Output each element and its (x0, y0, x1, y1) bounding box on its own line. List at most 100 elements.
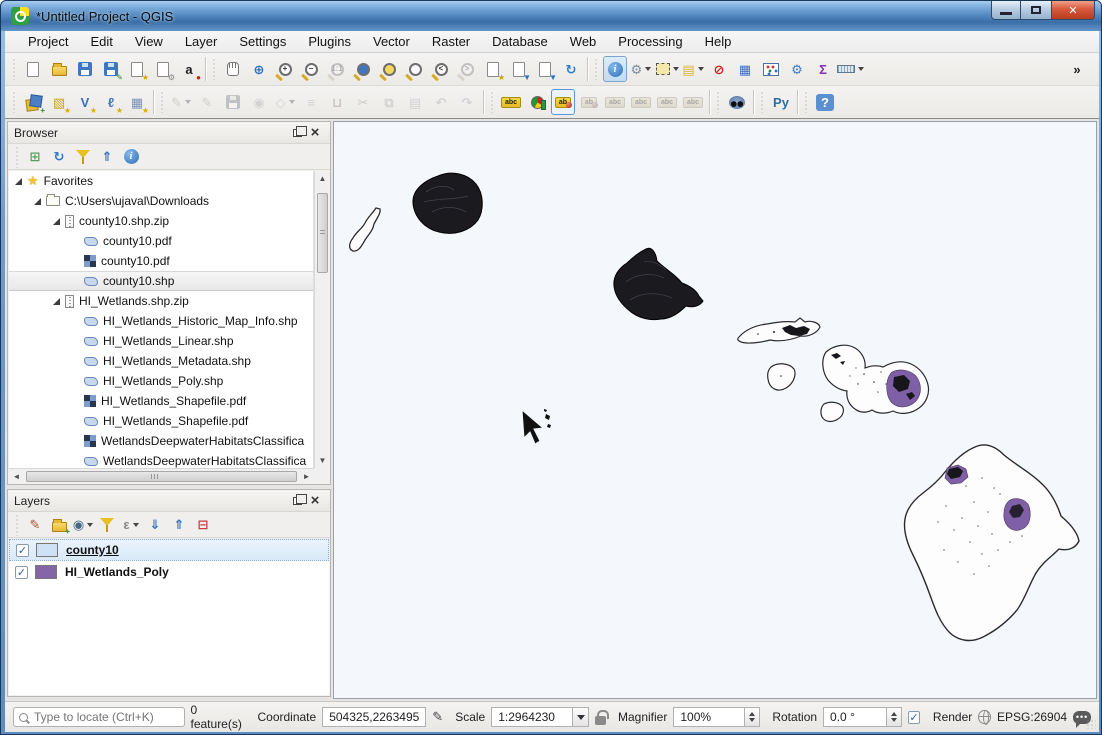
select-features-icon[interactable] (655, 56, 679, 82)
menu-web[interactable]: Web (559, 32, 608, 51)
cut-features-icon[interactable]: ✂ (351, 89, 375, 115)
toolbar-drag-handle[interactable] (804, 91, 809, 113)
menu-settings[interactable]: Settings (228, 32, 297, 51)
menu-processing[interactable]: Processing (607, 32, 693, 51)
toolbar-overflow-icon[interactable]: » (1065, 56, 1089, 82)
tree-item[interactable]: HI_Wetlands_Historic_Map_Info.shp (9, 311, 313, 331)
chevron-down-icon[interactable] (87, 523, 93, 527)
add-group-icon[interactable]: + (48, 514, 70, 536)
menu-edit[interactable]: Edit (79, 32, 123, 51)
spin-arrows-icon[interactable] (745, 707, 760, 727)
save-project-icon[interactable] (73, 56, 97, 82)
browser-close-button[interactable]: × (306, 125, 324, 141)
toolbar-drag-handle[interactable] (490, 91, 495, 113)
tree-item[interactable]: HI_Wetlands_Shapefile.pdf (9, 391, 313, 411)
new-spatialite-layer-icon[interactable]: ℓ★ (99, 89, 123, 115)
chevron-down-icon[interactable] (573, 707, 589, 727)
deselect-features-icon[interactable]: ⊘ (707, 56, 731, 82)
scroll-up-icon[interactable]: ▲ (315, 171, 330, 186)
minimize-button[interactable] (991, 1, 1021, 20)
tree-item[interactable]: county10.shp (9, 271, 313, 291)
browser-hscrollbar[interactable]: ◄ ► (9, 468, 314, 483)
chevron-down-icon[interactable] (185, 100, 191, 104)
identify-features-icon[interactable]: i (603, 56, 627, 82)
undo-icon[interactable]: ↶ (429, 89, 453, 115)
menu-database[interactable]: Database (481, 32, 559, 51)
toolbar-drag-handle[interactable] (15, 514, 20, 536)
zoom-native-icon[interactable]: 1:1 (325, 56, 349, 82)
pin-labels-icon[interactable]: ab (551, 89, 575, 115)
toolbar-drag-handle[interactable] (212, 58, 217, 80)
zoom-last-icon[interactable]: < (429, 56, 453, 82)
spin-arrows-icon[interactable] (887, 707, 902, 727)
scale-combo[interactable]: 1:2964230 (491, 707, 589, 727)
add-selected-layers-icon[interactable]: ⊞ (24, 146, 46, 168)
tree-item[interactable]: county10.pdf (9, 231, 313, 251)
unpin-labels-icon[interactable]: ab (577, 89, 601, 115)
expander-icon[interactable] (34, 198, 41, 205)
toolbar-drag-handle[interactable] (15, 146, 20, 168)
zoom-full-icon[interactable] (351, 56, 375, 82)
copy-features-icon[interactable]: ⧉ (377, 89, 401, 115)
layer-item[interactable]: ✓HI_Wetlands_Poly (9, 561, 329, 583)
toggle-editing-icon[interactable]: ✎ (195, 89, 219, 115)
tree-item[interactable]: WetlandsDeepwaterHabitatsClassifica (9, 451, 313, 468)
scroll-thumb[interactable] (26, 471, 297, 482)
chevron-down-icon[interactable] (698, 67, 704, 71)
new-project-icon[interactable] (21, 56, 45, 82)
chevron-down-icon[interactable] (673, 67, 679, 71)
zoom-to-layer-icon[interactable] (403, 56, 427, 82)
refresh-map-icon[interactable]: ↻ (559, 56, 583, 82)
new-temporary-scratch-layer-icon[interactable]: ▦★ (125, 89, 149, 115)
toolbar-drag-handle[interactable] (594, 58, 599, 80)
current-edits-icon[interactable]: ✎ (169, 89, 193, 115)
layer-item[interactable]: ✓county10 (9, 539, 329, 561)
zoom-to-selection-icon[interactable] (377, 56, 401, 82)
measure-icon[interactable] (837, 56, 864, 82)
render-checkbox[interactable]: ✓ (908, 711, 920, 724)
menu-project[interactable]: Project (17, 32, 79, 51)
properties-widget-icon[interactable]: i (120, 146, 142, 168)
magnifier-spinbox[interactable]: 100% (673, 707, 760, 727)
layers-float-button[interactable] (288, 493, 306, 509)
tree-item[interactable]: HI_Wetlands_Linear.shp (9, 331, 313, 351)
manage-map-themes-icon[interactable]: ◉ (72, 514, 94, 536)
show-layout-manager-icon[interactable]: ⚙ (151, 56, 175, 82)
scroll-left-icon[interactable]: ◄ (9, 469, 24, 484)
layer-styling-icon[interactable]: ✎ (24, 514, 46, 536)
processing-toolbox-icon[interactable]: ⚙ (785, 56, 809, 82)
remove-layer-icon[interactable]: ⊟ (192, 514, 214, 536)
pan-to-selection-icon[interactable]: ⊕ (247, 56, 271, 82)
menu-help[interactable]: Help (694, 32, 743, 51)
crs-globe-icon[interactable] (978, 710, 991, 724)
add-feature-icon[interactable]: ◉ (247, 89, 271, 115)
menu-plugins[interactable]: Plugins (297, 32, 362, 51)
toolbar-drag-handle[interactable] (160, 91, 165, 113)
layer-diagram-icon[interactable] (525, 89, 549, 115)
show-hide-labels-icon[interactable]: abc (603, 89, 627, 115)
tree-item[interactable]: county10.pdf (9, 251, 313, 271)
scroll-thumb[interactable] (317, 193, 328, 273)
vertex-tool-icon[interactable]: ◇ (273, 89, 297, 115)
redo-icon[interactable]: ↷ (455, 89, 479, 115)
menu-raster[interactable]: Raster (421, 32, 481, 51)
zoom-next-icon[interactable]: > (455, 56, 479, 82)
locate-box[interactable] (13, 707, 185, 727)
new-spatial-bookmark-icon[interactable]: ★ (481, 56, 505, 82)
lock-icon[interactable] (595, 716, 606, 725)
field-calculator-icon[interactable] (759, 56, 783, 82)
layer-visibility-checkbox[interactable]: ✓ (16, 544, 29, 557)
filter-legend-expression-icon[interactable]: ε (120, 514, 142, 536)
crs-status[interactable]: EPSG:26904 (997, 710, 1067, 724)
modify-attributes-icon[interactable]: ≡ (299, 89, 323, 115)
toolbar-drag-handle[interactable] (12, 58, 17, 80)
layer-visibility-checkbox[interactable]: ✓ (15, 566, 28, 579)
python-console-icon[interactable]: Py (769, 89, 793, 115)
tree-item[interactable]: HI_Wetlands_Poly.shp (9, 371, 313, 391)
chevron-down-icon[interactable] (645, 67, 651, 71)
collapse-all-icon[interactable]: ⇑ (96, 146, 118, 168)
zoom-out-icon[interactable]: − (299, 56, 323, 82)
bookmark-manager-icon[interactable]: ▼ (533, 56, 557, 82)
tree-item[interactable]: HI_Wetlands_Metadata.shp (9, 351, 313, 371)
save-project-as-icon[interactable]: ✎ (99, 56, 123, 82)
